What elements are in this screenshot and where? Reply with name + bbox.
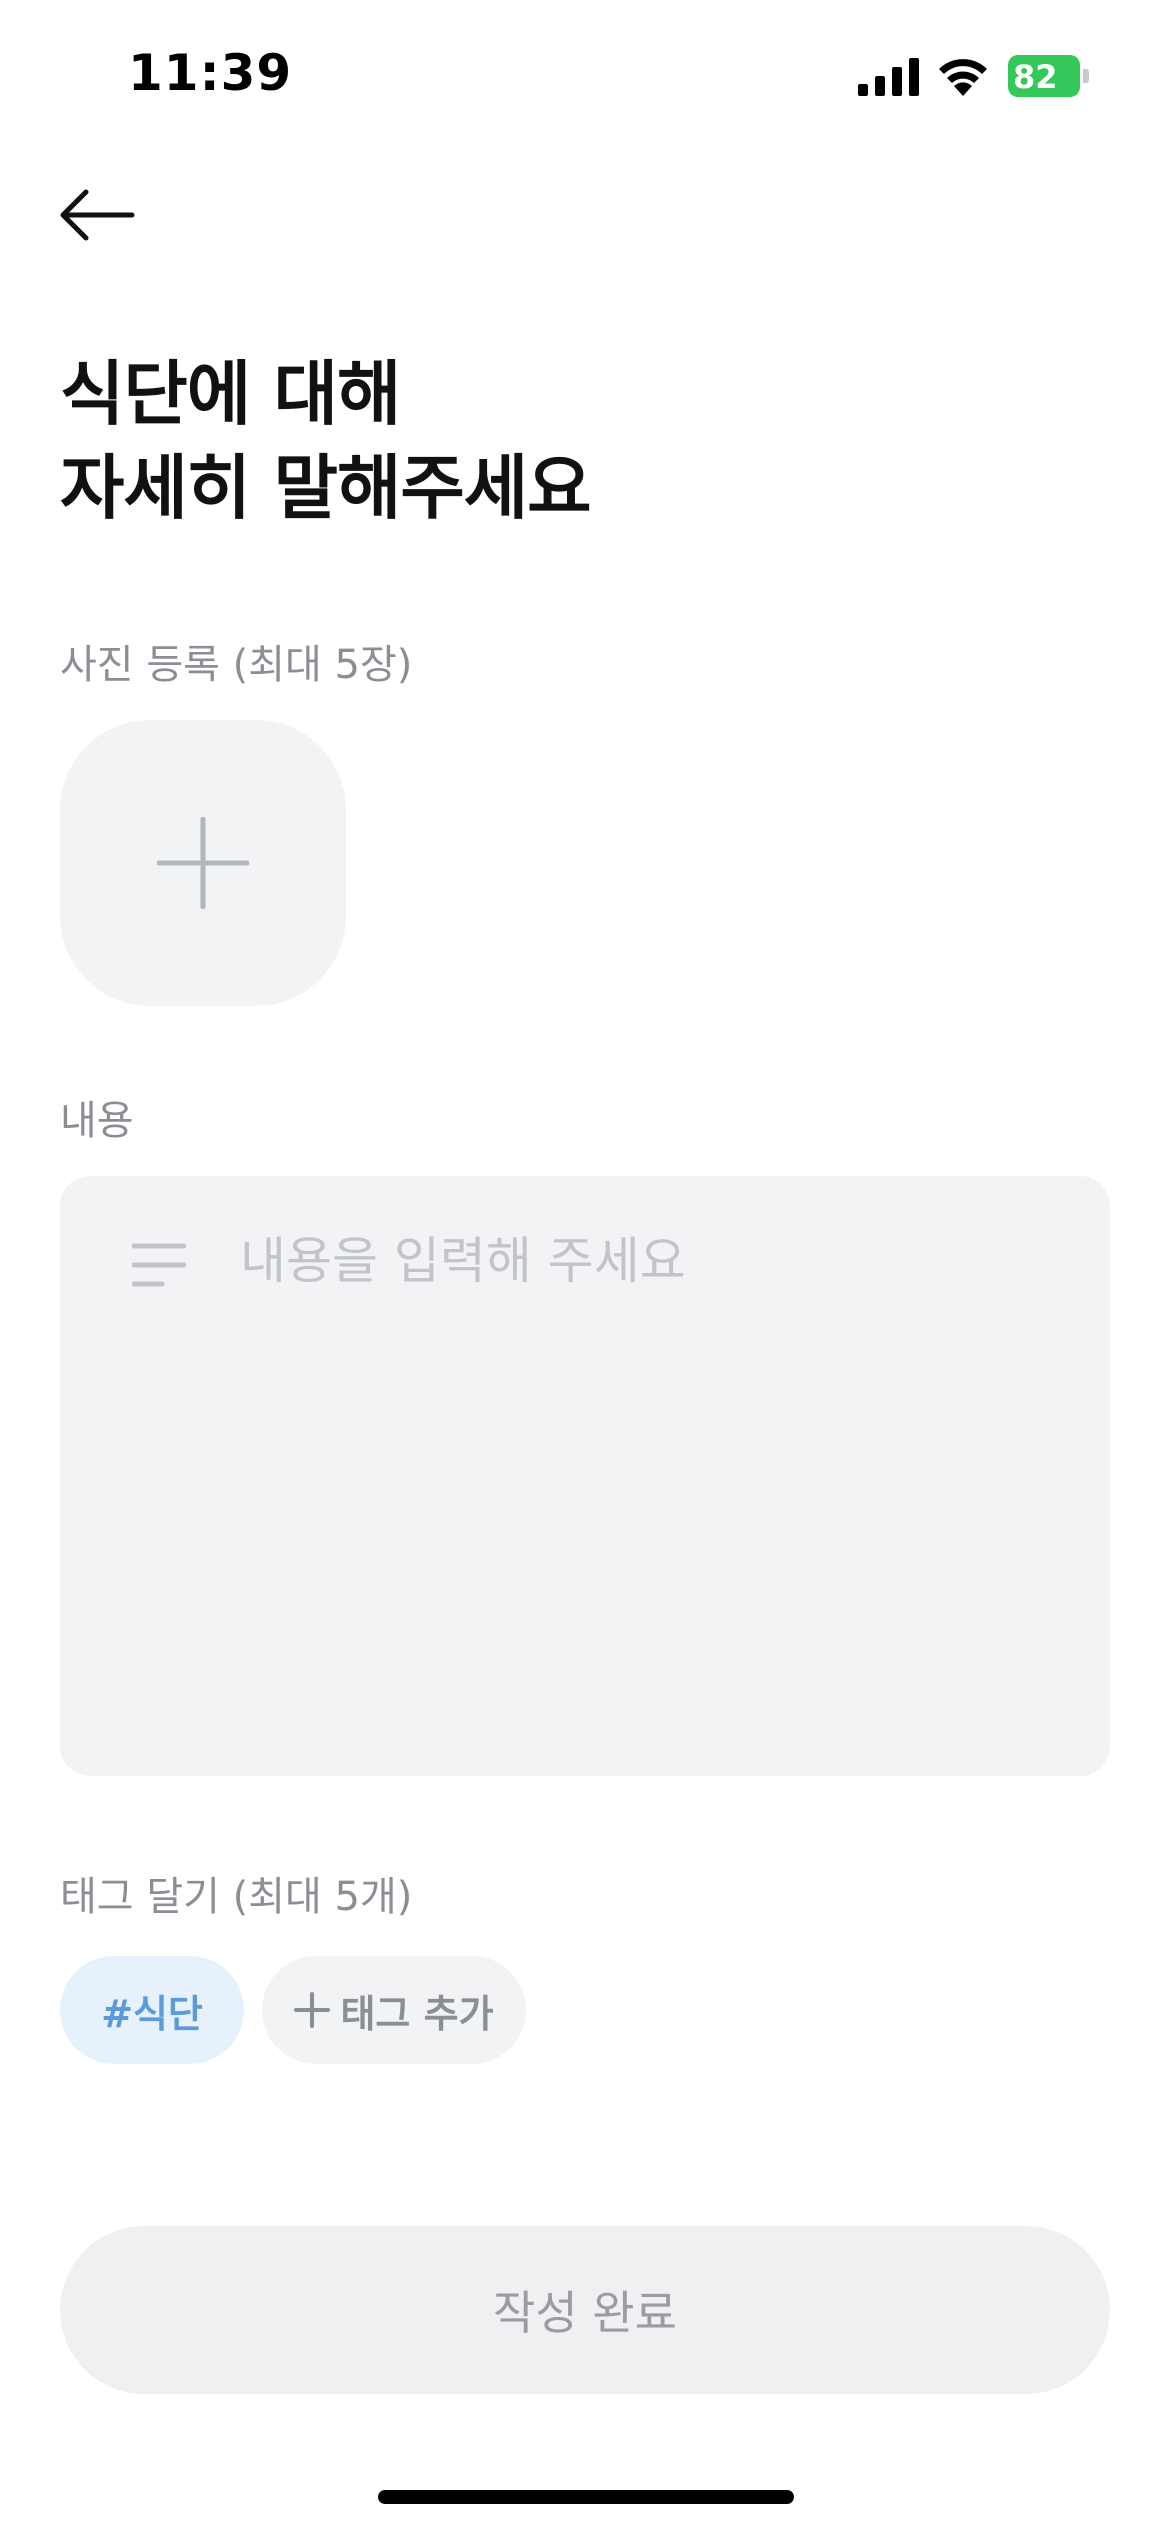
add-tag-button[interactable]: 태그 추가	[262, 1956, 526, 2064]
arrow-left-icon	[60, 189, 135, 241]
plus-icon	[294, 1992, 331, 2028]
tag-chip[interactable]: #식단	[60, 1956, 244, 2064]
content-input[interactable]	[240, 1216, 1070, 1736]
plus-icon	[157, 817, 249, 909]
add-tag-label: 태그 추가	[340, 1991, 494, 2036]
add-photo-button[interactable]	[60, 720, 346, 1006]
wifi-icon	[939, 59, 987, 96]
submit-button[interactable]: 작성 완료	[60, 2226, 1110, 2394]
text-lines-icon	[132, 1243, 186, 1287]
content-section-label: 내용	[60, 1098, 134, 1144]
home-indicator[interactable]	[378, 2490, 794, 2504]
battery-cap	[1083, 69, 1089, 83]
tags-section-label: 태그 달기 (최대 5개)	[60, 1874, 413, 1920]
page-title-line-2: 자세히 말해주세요	[60, 447, 592, 529]
battery-charging-icon: 82	[1008, 55, 1089, 97]
back-button[interactable]	[56, 180, 136, 250]
battery-level: 82	[1013, 58, 1058, 96]
photo-section-label: 사진 등록 (최대 5장)	[60, 642, 413, 688]
content-field	[60, 1176, 1110, 1776]
page-title-line-1: 식단에 대해	[60, 353, 401, 435]
signal-icon	[858, 58, 919, 96]
status-bar: 11:39 82	[0, 0, 1170, 150]
status-time: 11:39	[128, 44, 293, 102]
